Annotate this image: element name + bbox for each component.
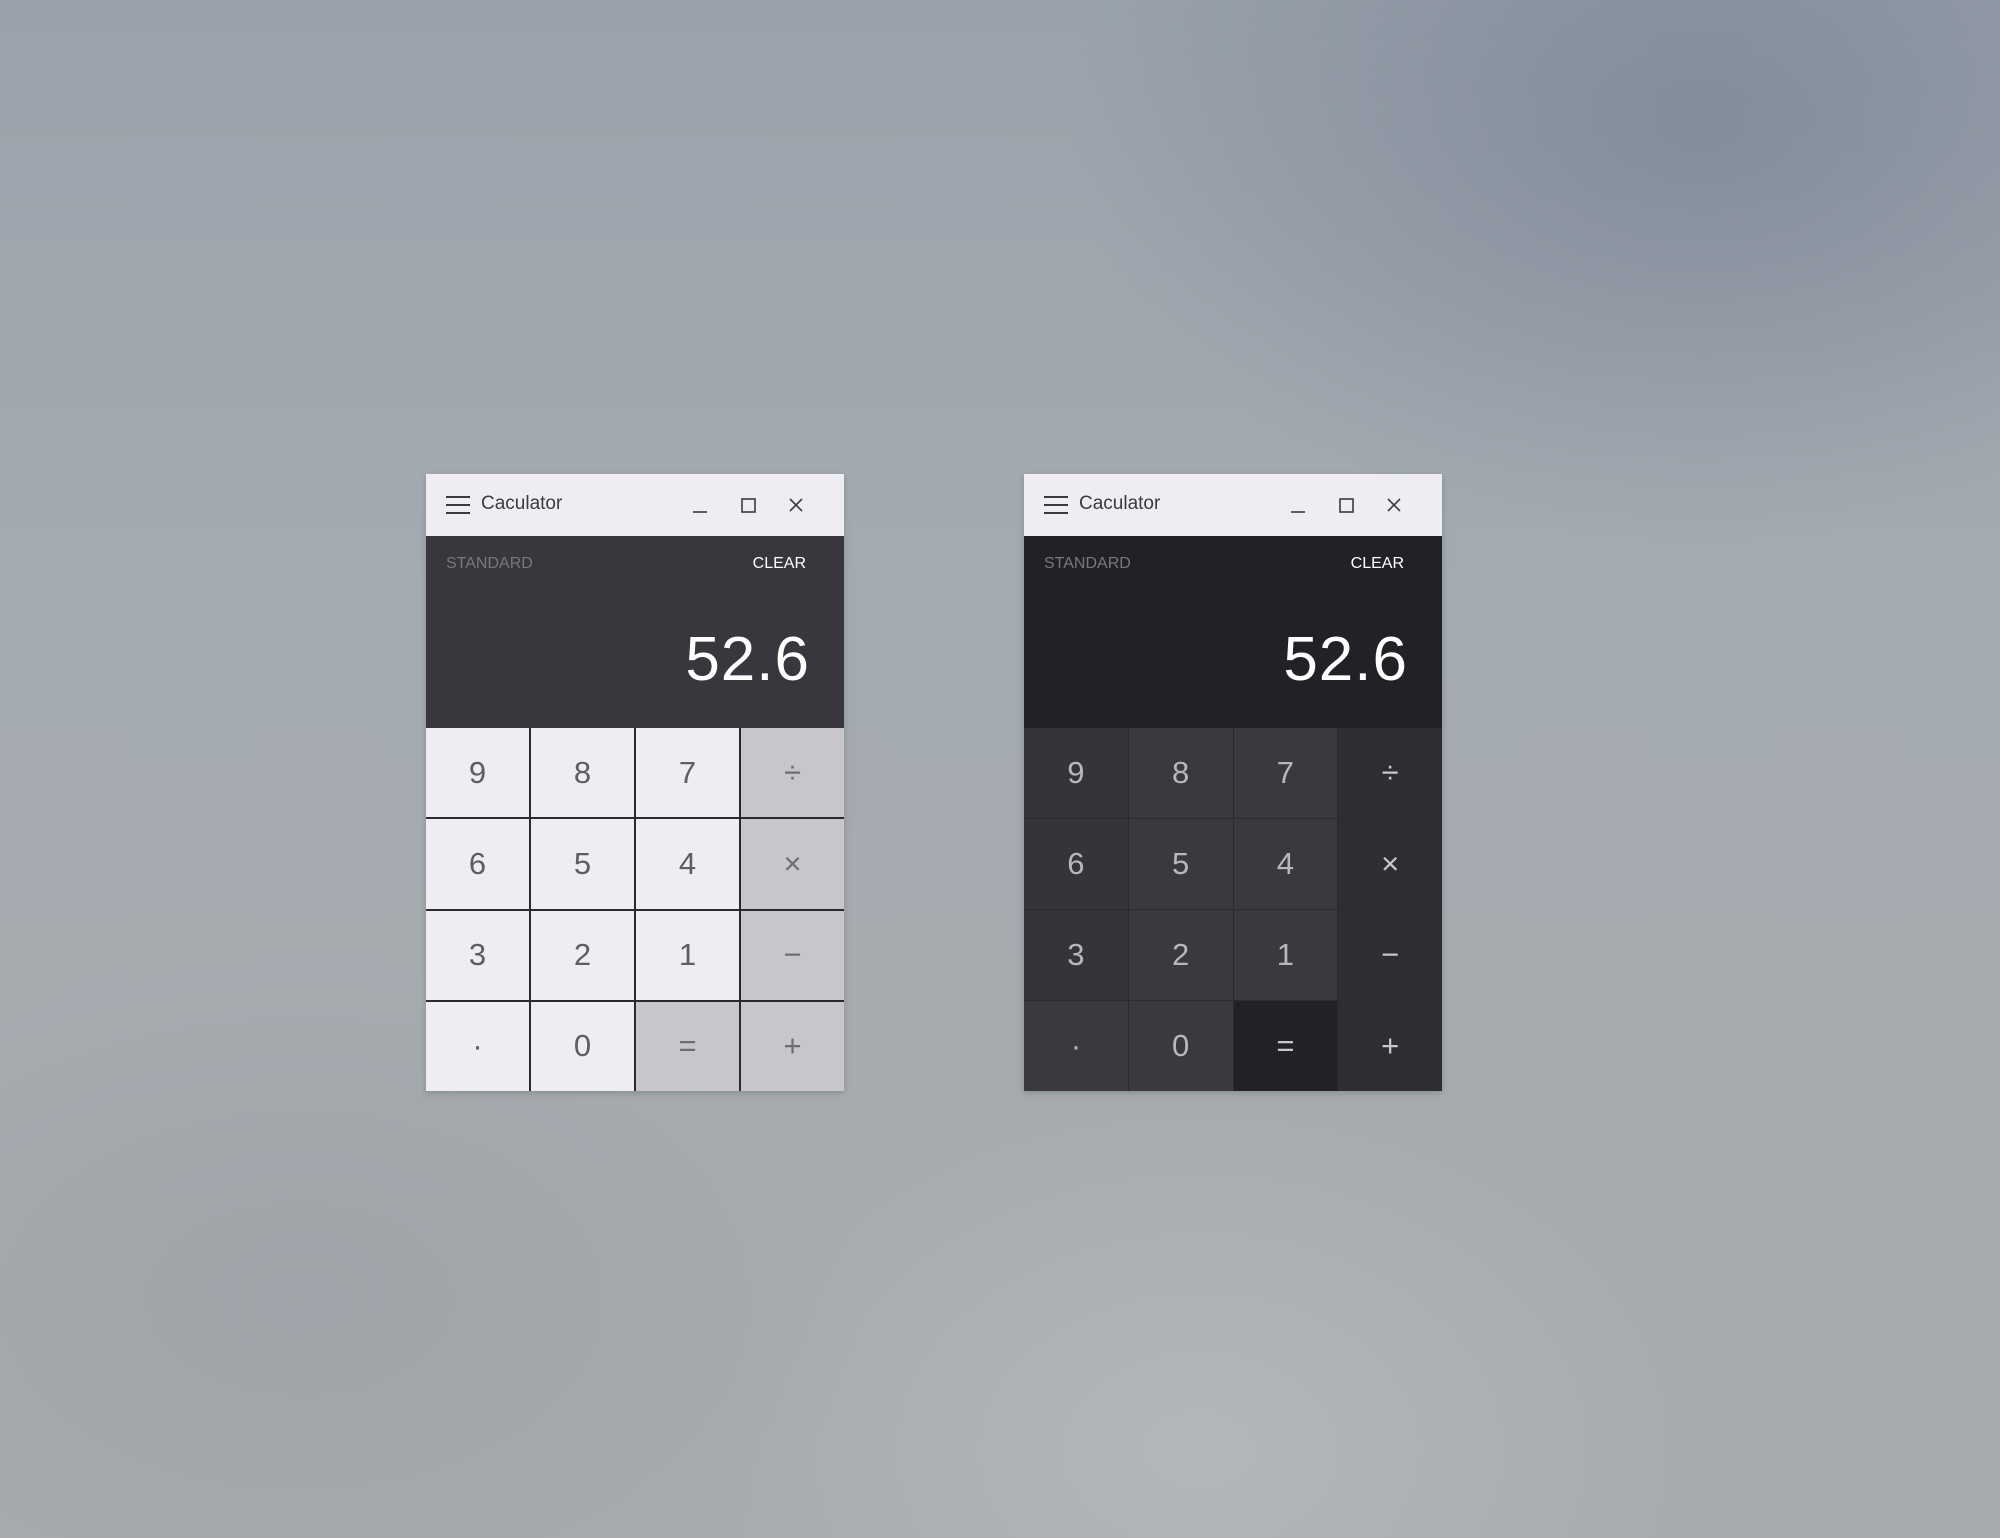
digit-9-key[interactable]: 9 bbox=[1024, 728, 1128, 818]
digit-1-key[interactable]: 1 bbox=[636, 910, 739, 1000]
close-icon[interactable] bbox=[782, 491, 810, 519]
digit-7-key[interactable]: 7 bbox=[636, 728, 739, 818]
digit-5-key[interactable]: 5 bbox=[1128, 819, 1233, 909]
decimal-key[interactable]: · bbox=[426, 1001, 529, 1091]
display-panel: STANDARD CLEAR 52.6 bbox=[426, 536, 844, 728]
add-key[interactable]: + bbox=[741, 1001, 844, 1091]
result-display: 52.6 bbox=[685, 625, 810, 694]
title-bar: Caculator bbox=[1024, 474, 1442, 536]
equals-key[interactable]: = bbox=[636, 1001, 739, 1091]
close-icon[interactable] bbox=[1380, 491, 1408, 519]
title-bar: Caculator bbox=[426, 474, 844, 536]
digit-7-key[interactable]: 7 bbox=[1233, 728, 1338, 818]
display-panel: STANDARD CLEAR 52.6 bbox=[1024, 536, 1442, 728]
window-title: Caculator bbox=[1079, 493, 1161, 514]
digit-3-key[interactable]: 3 bbox=[426, 910, 529, 1000]
subtract-key[interactable]: − bbox=[1338, 910, 1442, 1000]
subtract-key[interactable]: − bbox=[741, 910, 844, 1000]
calculator-window-light: Caculator STANDARD CLEAR 52.6 9 8 7 ÷ 6 5 4 × 3 2… bbox=[426, 474, 844, 1091]
equals-key[interactable]: = bbox=[1233, 1001, 1338, 1091]
decimal-key[interactable]: · bbox=[1024, 1001, 1128, 1091]
minimize-icon[interactable] bbox=[686, 491, 714, 519]
hamburger-menu-icon[interactable] bbox=[446, 496, 470, 514]
calculator-window-dark: Caculator STANDARD CLEAR 52.6 9 8 7 ÷ 6 5 4 × 3 2… bbox=[1024, 474, 1442, 1091]
window-title: Caculator bbox=[481, 493, 563, 514]
digit-1-key[interactable]: 1 bbox=[1233, 910, 1338, 1000]
mode-label[interactable]: STANDARD bbox=[446, 555, 533, 573]
digit-8-key[interactable]: 8 bbox=[531, 728, 634, 818]
divide-key[interactable]: ÷ bbox=[1338, 728, 1442, 818]
digit-4-key[interactable]: 4 bbox=[636, 819, 739, 909]
minimize-icon[interactable] bbox=[1284, 491, 1312, 519]
hamburger-menu-icon[interactable] bbox=[1044, 496, 1068, 514]
keypad: 9 8 7 ÷ 6 5 4 × 3 2 1− · 0 = + bbox=[1024, 728, 1442, 1091]
digit-2-key[interactable]: 2 bbox=[1128, 910, 1233, 1000]
maximize-icon[interactable] bbox=[1332, 491, 1360, 519]
clear-button[interactable]: CLEAR bbox=[753, 555, 806, 573]
mode-label[interactable]: STANDARD bbox=[1044, 555, 1131, 573]
digit-4-key[interactable]: 4 bbox=[1233, 819, 1338, 909]
digit-6-key[interactable]: 6 bbox=[1024, 819, 1128, 909]
digit-0-key[interactable]: 0 bbox=[1128, 1001, 1233, 1091]
add-key[interactable]: + bbox=[1338, 1001, 1442, 1091]
digit-2-key[interactable]: 2 bbox=[531, 910, 634, 1000]
result-display: 52.6 bbox=[1283, 625, 1408, 694]
digit-6-key[interactable]: 6 bbox=[426, 819, 529, 909]
clear-button[interactable]: CLEAR bbox=[1351, 555, 1404, 573]
digit-0-key[interactable]: 0 bbox=[531, 1001, 634, 1091]
digit-5-key[interactable]: 5 bbox=[531, 819, 634, 909]
divide-key[interactable]: ÷ bbox=[741, 728, 844, 818]
multiply-key[interactable]: × bbox=[1338, 819, 1442, 909]
digit-3-key[interactable]: 3 bbox=[1024, 910, 1128, 1000]
keypad: 9 8 7 ÷ 6 5 4 × 3 2 1− · 0 = + bbox=[426, 728, 844, 1091]
desktop-background: Caculator STANDARD CLEAR 52.6 9 8 7 ÷ 6 5 4 × 3 2… bbox=[0, 0, 2000, 1538]
multiply-key[interactable]: × bbox=[741, 819, 844, 909]
digit-8-key[interactable]: 8 bbox=[1128, 728, 1233, 818]
digit-9-key[interactable]: 9 bbox=[426, 728, 529, 818]
maximize-icon[interactable] bbox=[734, 491, 762, 519]
